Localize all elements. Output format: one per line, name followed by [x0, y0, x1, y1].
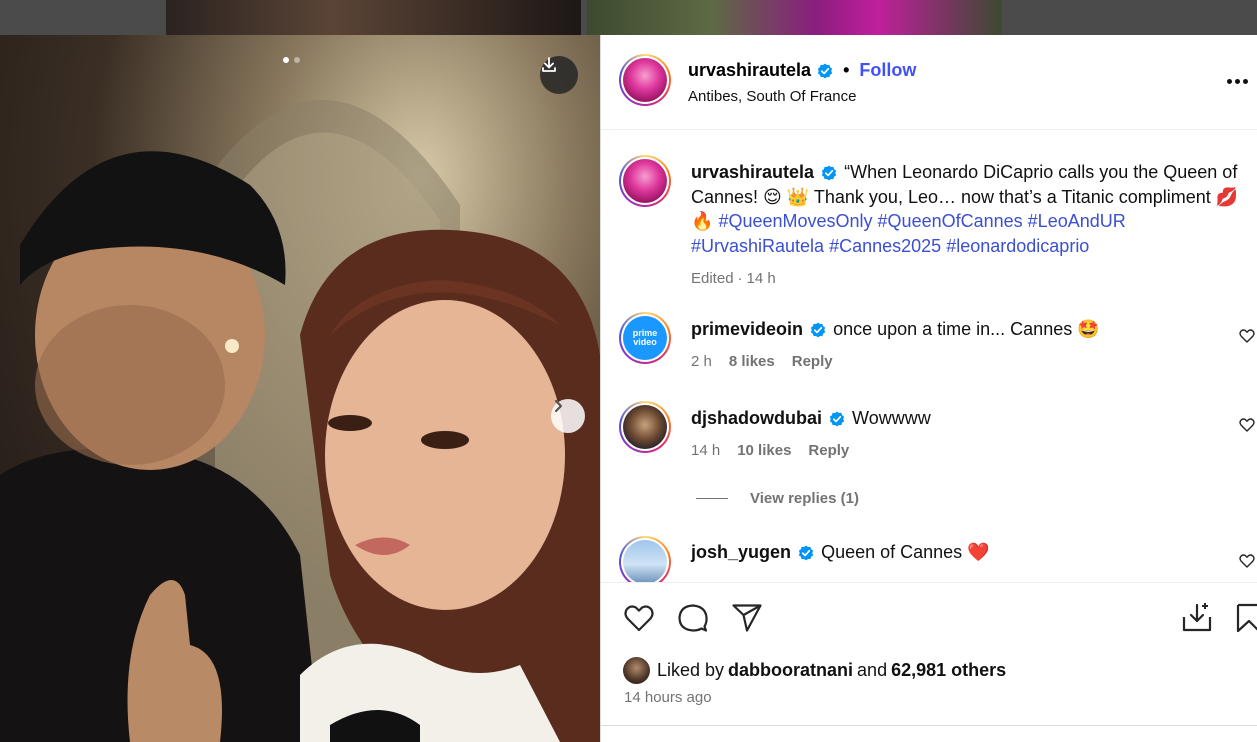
- post-header: urvashirautela • Follow Antibes, South O…: [601, 35, 1257, 130]
- heart-icon[interactable]: [623, 602, 655, 634]
- edited-label: Edited: [691, 270, 734, 287]
- hashtag-link[interactable]: #UrvashiRautela: [691, 236, 824, 256]
- post-details-panel: urvashirautela • Follow Antibes, South O…: [600, 35, 1257, 742]
- commenter-username[interactable]: josh_yugen: [691, 542, 791, 562]
- view-replies-button[interactable]: View replies (1): [696, 490, 859, 507]
- download-button[interactable]: [540, 56, 578, 94]
- author-line: urvashirautela • Follow: [688, 60, 916, 81]
- divider-line: [696, 498, 728, 499]
- save-download-icon[interactable]: [1181, 602, 1213, 634]
- next-photo-button[interactable]: [551, 399, 585, 433]
- divider: [601, 725, 1257, 726]
- hashtag-link[interactable]: #QueenOfCannes: [878, 211, 1023, 231]
- carousel-dot-active: [283, 57, 289, 63]
- author-username[interactable]: urvashirautela: [688, 60, 811, 81]
- post-location[interactable]: Antibes, South Of France: [688, 88, 856, 105]
- heart-icon[interactable]: [1239, 328, 1255, 344]
- view-replies-label[interactable]: View replies (1): [750, 490, 859, 507]
- liked-by-user[interactable]: dabbooratnani: [728, 660, 853, 681]
- commenter-avatar[interactable]: [619, 401, 671, 453]
- comment-time[interactable]: 2 h: [691, 353, 712, 370]
- hashtag-link[interactable]: #LeoAndUR: [1028, 211, 1126, 231]
- hashtag-link[interactable]: #QueenMovesOnly: [718, 211, 872, 231]
- reply-button[interactable]: Reply: [808, 442, 849, 459]
- commenter-avatar[interactable]: prime video: [619, 312, 671, 364]
- commenter-avatar[interactable]: [619, 536, 671, 582]
- comment-time[interactable]: 14 h: [691, 442, 720, 459]
- comment-icon[interactable]: [677, 602, 709, 634]
- comments-list[interactable]: urvashirautela “When Leonardo DiCaprio c…: [601, 131, 1257, 582]
- chevron-right-icon: [554, 399, 563, 413]
- meta-separator: ·: [737, 270, 743, 287]
- heart-icon[interactable]: [1239, 417, 1255, 433]
- background-feed: [0, 0, 1257, 35]
- verified-badge-icon: [817, 63, 833, 78]
- action-bar: Liked by dabbooratnani and 62,981 others…: [601, 582, 1257, 742]
- download-icon: [542, 57, 556, 72]
- comment-meta: 2 h 8 likes Reply: [691, 353, 833, 370]
- hashtag-link[interactable]: #leonardodicaprio: [946, 236, 1089, 256]
- follow-button[interactable]: Follow: [859, 60, 916, 81]
- verified-badge-icon: [821, 165, 837, 181]
- commenter-username[interactable]: primevideoin: [691, 319, 803, 339]
- hashtag-link[interactable]: #Cannes2025: [829, 236, 941, 256]
- avatar-label: video: [633, 337, 657, 347]
- comment-text: djshadowdubai Wowwww: [691, 406, 1251, 431]
- background-thumbnail[interactable]: [166, 0, 581, 35]
- author-avatar[interactable]: [619, 54, 671, 106]
- caption-time[interactable]: 14 h: [747, 270, 776, 287]
- carousel-indicator: [283, 57, 300, 63]
- reply-button[interactable]: Reply: [792, 353, 833, 370]
- verified-badge-icon: [829, 411, 845, 427]
- caption-text: urvashirautela “When Leonardo DiCaprio c…: [691, 160, 1251, 258]
- comment-likes[interactable]: 8 likes: [729, 353, 775, 370]
- bookmark-icon[interactable]: [1235, 602, 1257, 634]
- share-icon[interactable]: [731, 602, 763, 634]
- post-timestamp[interactable]: 14 hours ago: [624, 689, 712, 706]
- caption-username[interactable]: urvashirautela: [691, 162, 814, 182]
- liked-by-prefix: Liked by: [657, 660, 725, 680]
- comment-body: once upon a time in... Cannes 🤩: [833, 319, 1100, 339]
- instagram-post-modal: urvashirautela • Follow Antibes, South O…: [0, 0, 1257, 742]
- more-options-icon[interactable]: [1227, 79, 1251, 85]
- verified-badge-icon: [798, 545, 814, 561]
- background-thumbnail[interactable]: [587, 0, 1002, 35]
- heart-icon[interactable]: [1239, 553, 1255, 569]
- comment-text: primevideoin once upon a time in... Cann…: [691, 317, 1251, 342]
- commenter-username[interactable]: djshadowdubai: [691, 408, 822, 428]
- carousel-dot: [294, 57, 300, 63]
- separator: •: [843, 60, 850, 80]
- comment-body: Queen of Cannes ❤️: [821, 542, 990, 562]
- liker-avatar[interactable]: [623, 657, 650, 684]
- comment-likes[interactable]: 10 likes: [737, 442, 791, 459]
- caption-meta: Edited · 14 h: [691, 270, 776, 287]
- comment-meta: 14 h 10 likes Reply: [691, 442, 849, 459]
- comment-text: josh_yugen Queen of Cannes ❤️: [691, 540, 1251, 565]
- photo-illustration: [0, 100, 600, 742]
- verified-badge-icon: [810, 322, 826, 338]
- author-avatar[interactable]: [619, 155, 671, 207]
- comment-body: Wowwww: [852, 408, 931, 428]
- liked-by-and: and: [857, 660, 888, 680]
- post-photo[interactable]: [0, 35, 600, 742]
- likes-count[interactable]: 62,981 others: [891, 660, 1006, 681]
- likes-summary: Liked by dabbooratnani and 62,981 others: [623, 657, 1006, 684]
